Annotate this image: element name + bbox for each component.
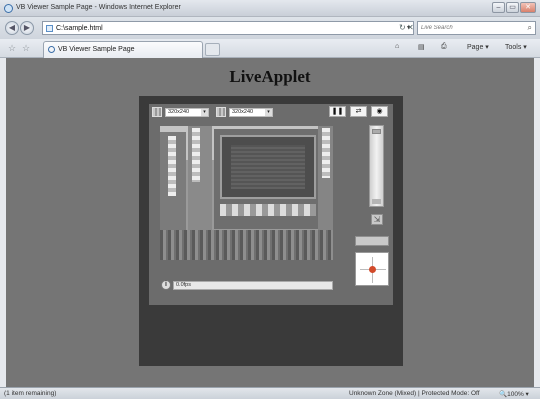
- viewer-panel: 320x240 ▾ 320x240 ▾ ❚❚ ⇄ ◉ ⇲ i 0.0fps: [149, 104, 393, 305]
- resolution-left-value: 320x240: [168, 109, 190, 115]
- swap-button[interactable]: ⇄: [350, 106, 367, 117]
- page-icon: [46, 25, 53, 32]
- forward-button[interactable]: ▶: [20, 21, 34, 35]
- video-big-screen: [220, 135, 316, 199]
- resolution-left-select[interactable]: 320x240 ▾: [165, 108, 209, 117]
- status-bar: (1 item remaining) Unknown Zone (Mixed) …: [0, 387, 540, 399]
- window-title: VB Viewer Sample Page - Windows Internet…: [16, 4, 181, 11]
- home-icon[interactable]: ⌂: [395, 43, 399, 50]
- pause-button[interactable]: ❚❚: [329, 106, 346, 117]
- video-sign-midleft: [192, 128, 200, 182]
- new-tab-button[interactable]: [205, 43, 220, 56]
- page-menu[interactable]: Page ▾: [467, 43, 489, 51]
- security-zone[interactable]: Unknown Zone (Mixed) | Protected Mode: O…: [349, 390, 480, 397]
- title-bar: VB Viewer Sample Page - Windows Internet…: [0, 0, 540, 17]
- live-applet: 320x240 ▾ 320x240 ▾ ❚❚ ⇄ ◉ ⇲ i 0.0fps: [139, 96, 403, 366]
- chevron-down-icon[interactable]: ▾: [265, 109, 272, 116]
- video-sign-right: [322, 128, 330, 178]
- search-icon[interactable]: ⌕: [528, 23, 532, 33]
- feeds-icon[interactable]: ▤: [418, 43, 425, 51]
- tab-vb-viewer[interactable]: VB Viewer Sample Page: [43, 41, 203, 58]
- back-button[interactable]: ◀: [5, 21, 19, 35]
- resolution-right-value: 320x240: [232, 109, 254, 115]
- tools-menu[interactable]: Tools ▾: [505, 43, 527, 51]
- maximize-button[interactable]: ▭: [506, 2, 519, 13]
- refresh-icon[interactable]: ↻: [399, 23, 406, 32]
- print-icon[interactable]: ⎙: [441, 43, 447, 51]
- applet-status-field: 0.0fps: [173, 281, 333, 290]
- resolution-left-icon: [152, 107, 162, 117]
- status-text: (1 item remaining): [4, 390, 57, 397]
- video-street: [160, 230, 333, 260]
- info-icon[interactable]: i: [161, 280, 171, 290]
- zoom-slider-handle[interactable]: [372, 129, 381, 134]
- tab-page-icon: [48, 46, 55, 53]
- zoom-level[interactable]: 🔍100% ▾: [499, 390, 529, 398]
- close-button[interactable]: ✕: [520, 2, 536, 13]
- resolution-right-select[interactable]: 320x240 ▾: [229, 108, 273, 117]
- search-input[interactable]: [418, 22, 518, 34]
- search-box[interactable]: ⌕: [417, 21, 536, 35]
- video-sign-left: [168, 136, 176, 196]
- page-content: LiveApplet 320x240 ▾ 320x240 ▾ ❚❚ ⇄ ◉ ⇲ …: [6, 58, 534, 387]
- video-banner: [220, 204, 316, 216]
- chevron-down-icon[interactable]: ▾: [201, 109, 208, 116]
- ie-app-icon: [4, 4, 13, 13]
- audio-button[interactable]: ◉: [371, 106, 388, 117]
- minimize-button[interactable]: –: [492, 2, 505, 13]
- pan-tilt-position-icon[interactable]: [369, 266, 376, 273]
- camera-video-view[interactable]: [160, 126, 333, 260]
- url-text[interactable]: C:\sample.html: [56, 25, 103, 32]
- tab-label: VB Viewer Sample Page: [58, 46, 135, 53]
- resolution-right-icon: [216, 107, 226, 117]
- preset-bar[interactable]: [355, 236, 389, 246]
- page-title: LiveApplet: [229, 67, 311, 86]
- pan-tilt-pad[interactable]: [355, 252, 389, 286]
- window-right-edge: [534, 58, 540, 387]
- zoom-slider-end: [372, 199, 381, 204]
- address-bar: ◀ ▶ C:\sample.html ▾ ↻ ✕ ⌕: [0, 17, 540, 39]
- stop-icon[interactable]: ✕: [407, 23, 414, 32]
- video-screen-image: [231, 145, 305, 189]
- snapshot-icon[interactable]: ⇲: [371, 214, 383, 225]
- favorites-star-icon[interactable]: ☆: [8, 43, 16, 54]
- window-controls: – ▭ ✕: [492, 2, 536, 13]
- command-bar: ☆ ☆ VB Viewer Sample Page ⌂ ▤ ⎙ Page ▾ T…: [0, 39, 540, 58]
- zoom-slider[interactable]: [369, 125, 384, 207]
- url-field[interactable]: C:\sample.html ▾: [42, 21, 414, 35]
- add-favorites-icon[interactable]: ☆: [22, 43, 30, 54]
